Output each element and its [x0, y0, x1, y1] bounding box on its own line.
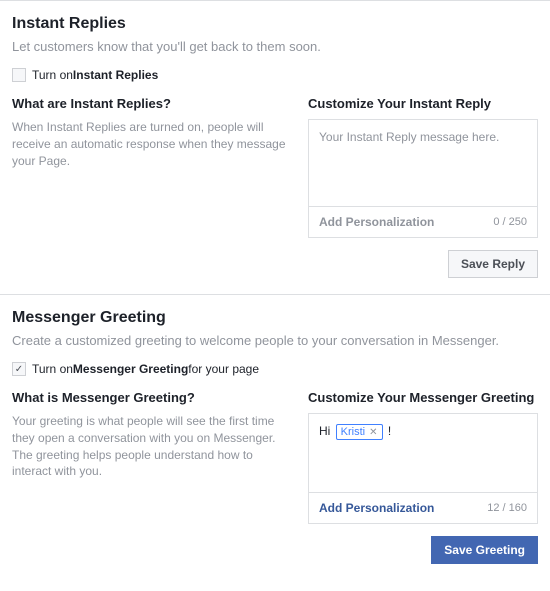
toggle-label-post: for your page	[188, 362, 259, 376]
instant-reply-input[interactable]: Your Instant Reply message here.	[309, 120, 537, 206]
messenger-greeting-section: Messenger Greeting Create a customized g…	[0, 294, 550, 580]
right-column: Customize Your Messenger Greeting Hi Kri…	[308, 390, 538, 564]
what-is-title: What is Messenger Greeting?	[12, 390, 290, 405]
save-greeting-button[interactable]: Save Greeting	[431, 536, 538, 564]
right-column: Customize Your Instant Reply Your Instan…	[308, 96, 538, 278]
instant-reply-composer: Your Instant Reply message here. Add Per…	[308, 119, 538, 238]
composer-footer: Add Personalization 12 / 160	[309, 492, 537, 523]
save-reply-button[interactable]: Save Reply	[448, 250, 538, 278]
actions-row: Save Greeting	[308, 536, 538, 564]
toggle-label-pre: Turn on	[32, 68, 73, 82]
instant-replies-toggle-row: Turn on Instant Replies	[12, 68, 538, 82]
greeting-text-post: !	[388, 424, 391, 438]
customize-title: Customize Your Instant Reply	[308, 96, 538, 111]
composer-footer: Add Personalization 0 / 250	[309, 206, 537, 237]
messenger-greeting-checkbox[interactable]: ✓	[12, 362, 26, 376]
section-description: Create a customized greeting to welcome …	[12, 333, 538, 348]
toggle-label-bold: Instant Replies	[73, 68, 158, 82]
columns: What are Instant Replies? When Instant R…	[12, 96, 538, 278]
page-title: Messenger Greeting	[12, 309, 538, 327]
close-icon[interactable]: ✕	[369, 427, 377, 438]
char-counter: 0 / 250	[493, 216, 527, 228]
left-column: What are Instant Replies? When Instant R…	[12, 96, 290, 278]
instant-replies-checkbox[interactable]	[12, 68, 26, 82]
page-title: Instant Replies	[12, 15, 538, 33]
customize-title: Customize Your Messenger Greeting	[308, 390, 538, 405]
greeting-input[interactable]: Hi Kristi ✕ !	[309, 414, 537, 492]
personalization-token[interactable]: Kristi ✕	[336, 424, 383, 440]
messenger-greeting-toggle-row: ✓ Turn on Messenger Greeting for your pa…	[12, 362, 538, 376]
toggle-label-bold: Messenger Greeting	[73, 362, 188, 376]
columns: What is Messenger Greeting? Your greetin…	[12, 390, 538, 564]
what-are-title: What are Instant Replies?	[12, 96, 290, 111]
add-personalization-button[interactable]: Add Personalization	[319, 501, 434, 515]
what-is-desc: Your greeting is what people will see th…	[12, 413, 290, 480]
section-description: Let customers know that you'll get back …	[12, 39, 538, 54]
what-are-desc: When Instant Replies are turned on, peop…	[12, 119, 290, 169]
token-label: Kristi	[341, 426, 365, 438]
add-personalization-button[interactable]: Add Personalization	[319, 215, 434, 229]
greeting-composer: Hi Kristi ✕ ! Add Personalization 12 / 1…	[308, 413, 538, 524]
toggle-label-pre: Turn on	[32, 362, 73, 376]
instant-replies-section: Instant Replies Let customers know that …	[0, 0, 550, 294]
left-column: What is Messenger Greeting? Your greetin…	[12, 390, 290, 564]
char-counter: 12 / 160	[487, 502, 527, 514]
actions-row: Save Reply	[308, 250, 538, 278]
greeting-text-pre: Hi	[319, 424, 334, 438]
